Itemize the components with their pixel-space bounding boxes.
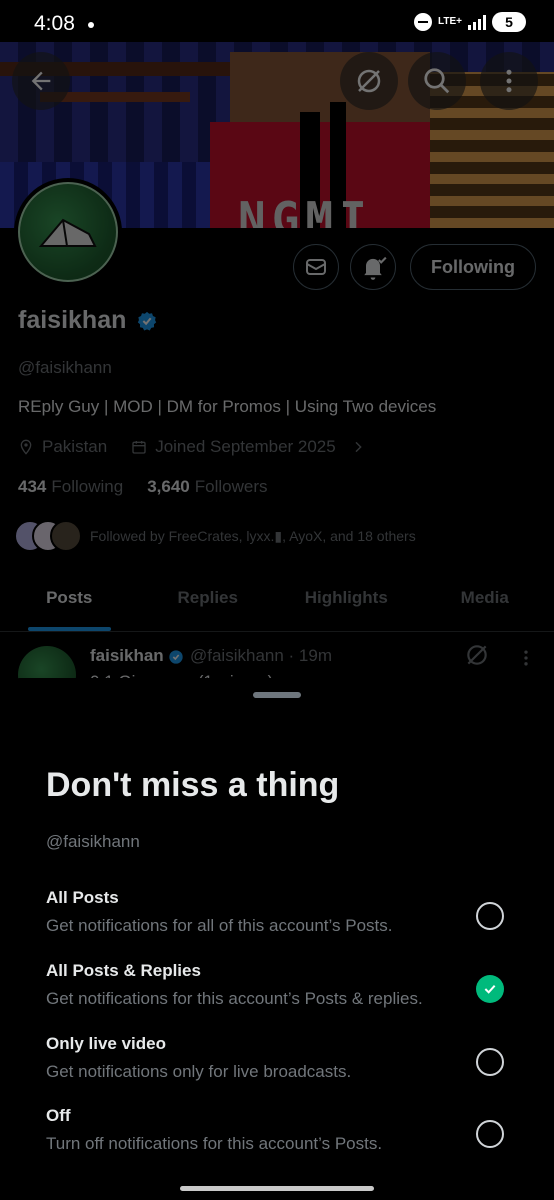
option-only-live-video[interactable]: Only live video Get notifications only f…: [46, 1034, 516, 1094]
battery-icon: 5: [492, 12, 526, 32]
bell-check-icon: [364, 256, 387, 280]
banner-text: NGMI: [238, 192, 373, 228]
option-title: All Posts & Replies: [46, 961, 201, 980]
option-off[interactable]: Off Turn off notifications for this acco…: [46, 1106, 516, 1166]
status-time: 4:08: [34, 12, 75, 35]
following-stat[interactable]: 434 Following: [18, 477, 123, 497]
grok-icon: [357, 69, 381, 93]
search-button[interactable]: [408, 52, 466, 110]
following-count: 434: [18, 477, 47, 496]
option-title: All Posts: [46, 888, 119, 907]
network-type: LTE+: [438, 16, 462, 27]
tab-posts[interactable]: Posts: [0, 570, 139, 631]
notification-dot-icon: [88, 22, 94, 28]
checkmark-icon: [484, 984, 496, 994]
followed-by-text: Followed by FreeCrates, lyxx.▮, AyoX, an…: [90, 527, 416, 544]
radio-button[interactable]: [476, 1120, 504, 1148]
profile-meta: Pakistan Joined September 2025: [18, 437, 366, 457]
status-icons: LTE+ 5: [414, 12, 526, 32]
verified-badge-icon: [137, 311, 157, 331]
sheet-account-handle: @faisikhann: [46, 832, 140, 851]
grok-icon[interactable]: [464, 642, 490, 668]
avatar: [50, 520, 82, 552]
profile-bio: REply Guy | MOD | DM for Promos | Using …: [18, 397, 437, 416]
option-description: Get notifications only for live broadcas…: [46, 1062, 352, 1081]
signal-icon: [468, 14, 486, 30]
more-vertical-icon[interactable]: [516, 648, 536, 668]
do-not-disturb-icon: [414, 13, 433, 31]
notification-settings-sheet: Don't miss a thing @faisikhann All Posts…: [0, 678, 554, 1200]
radio-button[interactable]: [476, 1048, 504, 1076]
message-button[interactable]: [293, 244, 339, 290]
option-title: Only live video: [46, 1034, 166, 1053]
followed-by-row[interactable]: Followed by FreeCrates, lyxx.▮, AyoX, an…: [14, 520, 416, 552]
home-indicator[interactable]: [180, 1186, 374, 1191]
chevron-right-icon[interactable]: [350, 439, 366, 455]
verified-badge-icon: [169, 650, 183, 664]
following-label: Following: [51, 477, 124, 496]
profile-tabs: Posts Replies Highlights Media: [0, 570, 554, 632]
sheet-title: Don't miss a thing: [46, 766, 340, 804]
display-name: faisikhan: [18, 306, 127, 334]
option-description: Get notifications for all of this accoun…: [46, 916, 393, 935]
profile-handle: @faisikhann: [18, 358, 112, 377]
back-arrow-icon: [31, 71, 51, 91]
more-vertical-icon: [506, 69, 512, 93]
followers-count: 3,640: [147, 477, 190, 496]
option-all-posts-replies[interactable]: All Posts & Replies Get notifications fo…: [46, 961, 516, 1021]
radio-button-selected[interactable]: [476, 975, 504, 1003]
sheet-drag-handle[interactable]: [253, 692, 301, 698]
followers-stat[interactable]: 3,640 Followers: [147, 477, 267, 497]
tab-highlights[interactable]: Highlights: [277, 570, 416, 631]
notification-bell-button[interactable]: [350, 244, 396, 290]
followers-label: Followers: [194, 477, 268, 496]
mail-icon: [306, 259, 326, 275]
profile-joined: Joined September 2025: [155, 437, 336, 456]
more-options-button[interactable]: [480, 52, 538, 110]
post-author-name: faisikhan: [90, 646, 164, 665]
profile-avatar[interactable]: [14, 178, 122, 286]
location-pin-icon: [20, 439, 32, 455]
tent-logo-icon: [38, 218, 97, 247]
back-button[interactable]: [12, 52, 70, 110]
search-icon: [424, 68, 450, 94]
following-button[interactable]: Following: [410, 244, 536, 290]
grok-button[interactable]: [340, 52, 398, 110]
tab-replies[interactable]: Replies: [139, 570, 278, 631]
radio-button[interactable]: [476, 902, 504, 930]
option-description: Get notifications for this account’s Pos…: [46, 989, 423, 1008]
post-handle-time: @faisikhann · 19m: [190, 646, 332, 665]
tab-media[interactable]: Media: [416, 570, 554, 631]
option-all-posts[interactable]: All Posts Get notifications for all of t…: [46, 888, 516, 948]
calendar-icon: [132, 441, 146, 454]
option-title: Off: [46, 1106, 71, 1125]
profile-stats: 434 Following 3,640 Followers: [18, 477, 267, 497]
profile-location: Pakistan: [42, 437, 108, 456]
status-bar: 4:08 LTE+ 5: [0, 0, 554, 42]
option-description: Turn off notifications for this account’…: [46, 1134, 383, 1153]
